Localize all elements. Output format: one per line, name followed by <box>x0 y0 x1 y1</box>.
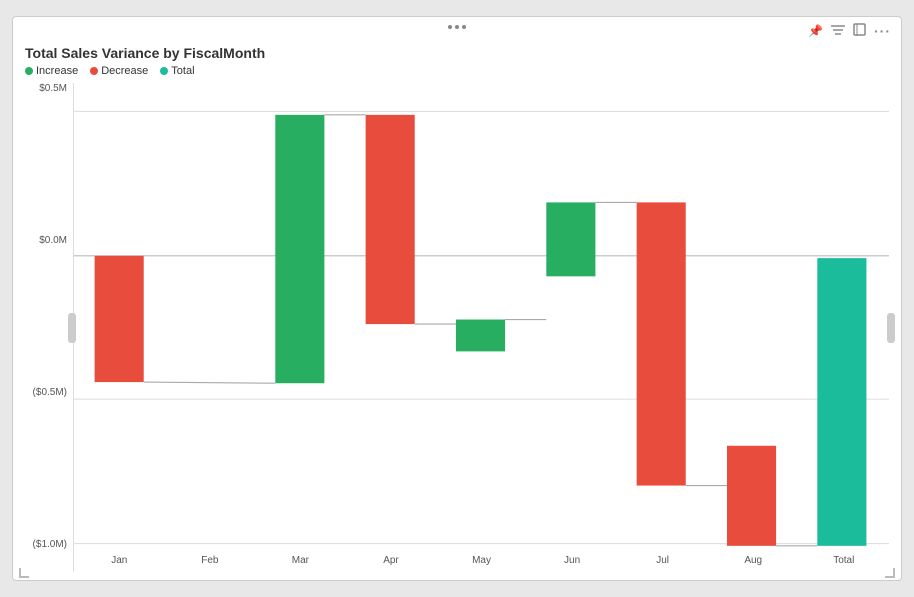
y-label-2: ($0.5M) <box>25 387 73 398</box>
resize-handle-left[interactable] <box>68 313 76 343</box>
legend-total: Total <box>160 65 194 77</box>
y-axis: $0.5M $0.0M ($0.5M) ($1.0M) <box>25 83 73 572</box>
chart-area: $0.5M $0.0M ($0.5M) ($1.0M) <box>25 83 889 572</box>
resize-handle-bottom-left[interactable] <box>19 568 29 578</box>
more-icon[interactable]: ··· <box>874 23 891 39</box>
legend-decrease: Decrease <box>90 65 148 77</box>
filter-icon[interactable] <box>831 24 845 39</box>
chart-body: Jan Feb Mar Apr May Jun Jul Aug Total <box>73 83 889 572</box>
resize-handle-right[interactable] <box>887 313 895 343</box>
x-label-jun: Jun <box>527 550 618 572</box>
x-label-mar: Mar <box>255 550 346 572</box>
bar-jun <box>546 202 595 276</box>
pin-icon[interactable]: 📌 <box>808 24 823 38</box>
top-bar <box>448 25 466 29</box>
x-label-total: Total <box>799 550 890 572</box>
x-label-feb: Feb <box>165 550 256 572</box>
legend-label-total: Total <box>171 65 194 77</box>
x-label-apr: Apr <box>346 550 437 572</box>
chart-title: Total Sales Variance by FiscalMonth <box>25 45 889 61</box>
x-label-may: May <box>436 550 527 572</box>
bar-total <box>817 258 866 546</box>
waterfall-svg <box>74 83 889 572</box>
legend-label-increase: Increase <box>36 65 78 77</box>
bar-mar <box>275 115 324 383</box>
chart-inner: $0.5M $0.0M ($0.5M) ($1.0M) <box>25 83 889 572</box>
chart-card: 📌 ··· Total Sales Variance by FiscalMont… <box>12 16 902 581</box>
x-label-aug: Aug <box>708 550 799 572</box>
expand-icon[interactable] <box>853 23 866 39</box>
x-label-jul: Jul <box>617 550 708 572</box>
legend-label-decrease: Decrease <box>101 65 148 77</box>
bar-jul <box>637 202 686 485</box>
y-label-1: $0.0M <box>25 235 73 246</box>
bar-jan <box>95 256 144 382</box>
x-label-jan: Jan <box>74 550 165 572</box>
bar-may <box>456 320 505 352</box>
y-label-0: $0.5M <box>25 83 73 94</box>
legend-increase: Increase <box>25 65 78 77</box>
chart-legend: Increase Decrease Total <box>25 65 889 77</box>
legend-dot-total <box>160 67 168 75</box>
bar-aug <box>727 446 776 546</box>
bar-apr <box>366 115 415 324</box>
resize-handle-bottom-right[interactable] <box>885 568 895 578</box>
top-icons[interactable]: 📌 ··· <box>808 23 891 39</box>
x-labels: Jan Feb Mar Apr May Jun Jul Aug Total <box>74 550 889 572</box>
legend-dot-decrease <box>90 67 98 75</box>
legend-dot-increase <box>25 67 33 75</box>
y-label-3: ($1.0M) <box>25 539 73 550</box>
